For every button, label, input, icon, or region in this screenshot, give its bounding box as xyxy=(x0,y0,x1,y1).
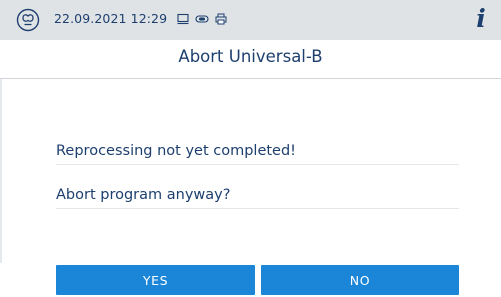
printer-icon xyxy=(215,13,227,25)
status-bar: 22.09.2021 12:29 i xyxy=(0,0,501,40)
page-title: Abort Universal-B xyxy=(178,47,323,66)
info-icon[interactable]: i xyxy=(471,4,491,34)
message-line-1: Reprocessing not yet completed! xyxy=(56,143,459,165)
left-divider xyxy=(0,79,2,263)
no-button[interactable]: NO xyxy=(261,265,459,295)
status-icons xyxy=(177,13,227,25)
monitor-icon xyxy=(177,13,189,25)
date-time: 22.09.2021 12:29 xyxy=(54,11,168,26)
yes-button[interactable]: YES xyxy=(56,265,255,295)
message-line-2: Abort program anyway? xyxy=(56,187,459,209)
instrument-logo-icon xyxy=(16,8,40,32)
title-bar: Abort Universal-B xyxy=(0,40,501,79)
link-icon xyxy=(195,15,209,23)
